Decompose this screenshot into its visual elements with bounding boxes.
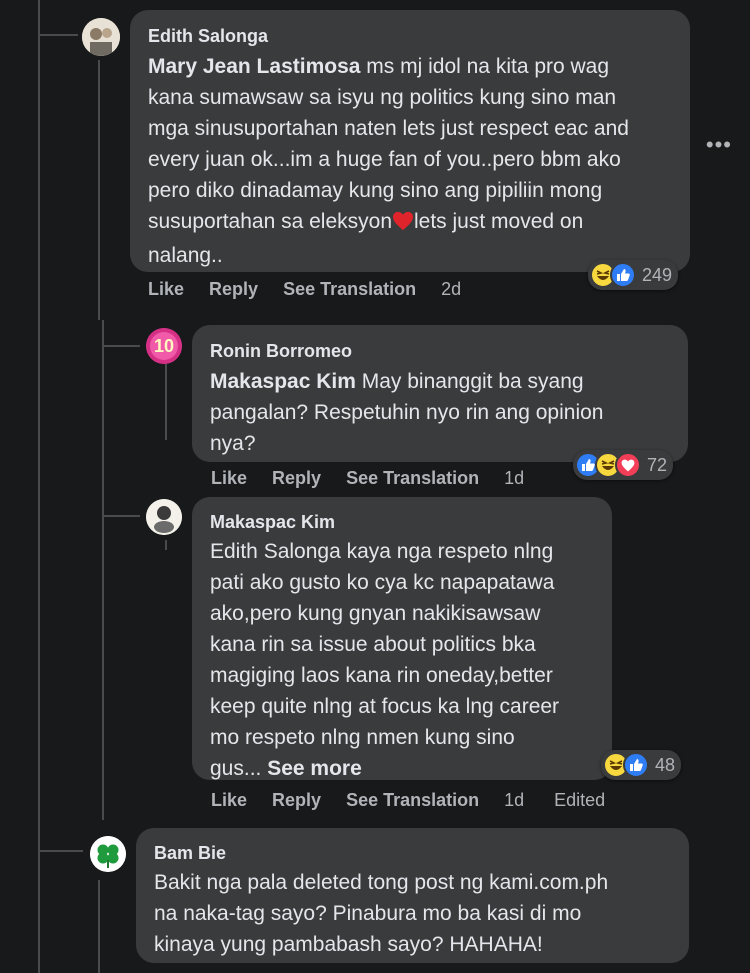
comment-bubble: Ronin Borromeo Makaspac Kim May binanggi… xyxy=(192,325,688,462)
comment-text: every juan ok...im a huge fan of you..pe… xyxy=(148,148,621,171)
comment-author[interactable]: Edith Salonga xyxy=(148,25,672,47)
comment-text: pangalan? Respetuhin nyo rin ang opinion xyxy=(210,401,604,424)
comment-timestamp[interactable]: 2d xyxy=(441,279,461,300)
comment-text: ms mj idol na kita pro wag xyxy=(366,55,610,78)
comment-text: Bakit nga pala deleted tong post ng kami… xyxy=(154,871,609,894)
reaction-count: 48 xyxy=(655,754,676,775)
heart-emoji-icon xyxy=(392,209,414,240)
more-options-icon[interactable]: ••• xyxy=(706,132,732,158)
comment-timestamp[interactable]: 1d xyxy=(504,790,524,811)
comment-bubble: Makaspac Kim Edith Salonga kaya nga resp… xyxy=(192,497,612,780)
comment-text: May binanggit ba syang xyxy=(361,370,584,393)
comment-author[interactable]: Bam Bie xyxy=(154,842,671,864)
thread-line xyxy=(98,60,100,320)
comment-actions: Like Reply See Translation 1d Edited xyxy=(211,790,630,811)
reaction-summary[interactable]: 249 xyxy=(588,260,679,290)
see-translation-link[interactable]: See Translation xyxy=(346,790,479,811)
reaction-count: 249 xyxy=(642,264,673,285)
thread-line xyxy=(102,320,104,820)
like-button[interactable]: Like xyxy=(211,468,247,489)
comment-thread: Edith Salonga Mary Jean Lastimosa ms mj … xyxy=(0,0,750,973)
thread-line xyxy=(38,34,78,36)
see-more-link[interactable]: See more xyxy=(267,757,362,780)
thread-line xyxy=(38,0,40,973)
comment-text: pati ako gusto ko cya kc napapatawa xyxy=(210,571,555,594)
love-reaction-icon xyxy=(615,452,641,478)
comment-text: mo respeto nlng nmen kung sino xyxy=(210,726,515,749)
thread-line xyxy=(102,345,140,347)
reply-button[interactable]: Reply xyxy=(209,279,258,300)
avatar-badge: 10 xyxy=(153,335,175,356)
comment-text: magiging laos kana rin oneday,better xyxy=(210,664,553,687)
thread-line xyxy=(165,540,167,550)
comment-text: susuportahan sa eleksyon xyxy=(148,210,392,233)
avatar[interactable] xyxy=(82,18,120,56)
comment-text: lets just moved on xyxy=(414,210,584,233)
like-button[interactable]: Like xyxy=(148,279,184,300)
avatar[interactable]: 10 xyxy=(146,328,182,364)
comment-text: mga sinusuportahan naten lets just respe… xyxy=(148,117,629,140)
comment-text: Edith Salonga kaya nga respeto nlng xyxy=(210,540,554,563)
like-reaction-icon xyxy=(623,752,649,778)
reaction-summary[interactable]: 72 xyxy=(573,450,674,480)
comment-actions: Like Reply See Translation 1d xyxy=(211,468,554,489)
comment-bubble: Edith Salonga Mary Jean Lastimosa ms mj … xyxy=(130,10,690,272)
avatar[interactable] xyxy=(146,499,182,535)
see-translation-link[interactable]: See Translation xyxy=(346,468,479,489)
comment-text: ako,pero kung gnyan nakikisawsaw xyxy=(210,602,541,625)
thread-line xyxy=(98,880,100,973)
comment-text: kana sumawsaw sa isyu ng politics kung s… xyxy=(148,86,617,109)
reply-button[interactable]: Reply xyxy=(272,790,321,811)
comment-text: na naka-tag sayo? Pinabura mo ba kasi di… xyxy=(154,902,582,925)
comment-author[interactable]: Ronin Borromeo xyxy=(210,340,670,362)
avatar[interactable] xyxy=(90,836,126,872)
comment-text: pero diko dinadamay kung sino ang pipili… xyxy=(148,179,603,202)
comment-author[interactable]: Makaspac Kim xyxy=(210,511,594,533)
reaction-count: 72 xyxy=(647,454,668,475)
comment-text: kinaya yung pambabash sayo? HAHAHA! xyxy=(154,933,543,956)
comment-actions: Like Reply See Translation 2d xyxy=(148,279,491,300)
like-button[interactable]: Like xyxy=(211,790,247,811)
comment-timestamp[interactable]: 1d xyxy=(504,468,524,489)
comment-text: gus... xyxy=(210,757,262,780)
mention-link[interactable]: Makaspac Kim xyxy=(210,370,356,393)
edited-label[interactable]: Edited xyxy=(554,790,605,811)
see-translation-link[interactable]: See Translation xyxy=(283,279,416,300)
reaction-summary[interactable]: 48 xyxy=(601,750,682,780)
comment-text: kana rin sa issue about politics bka xyxy=(210,633,536,656)
like-reaction-icon xyxy=(610,262,636,288)
thread-line xyxy=(38,850,83,852)
comment-bubble: Bam Bie Bakit nga pala deleted tong post… xyxy=(136,828,689,963)
comment-text: keep quite nlng at focus ka lng career xyxy=(210,695,560,718)
mention-link[interactable]: Mary Jean Lastimosa xyxy=(148,55,360,78)
reply-button[interactable]: Reply xyxy=(272,468,321,489)
thread-line xyxy=(102,515,140,517)
